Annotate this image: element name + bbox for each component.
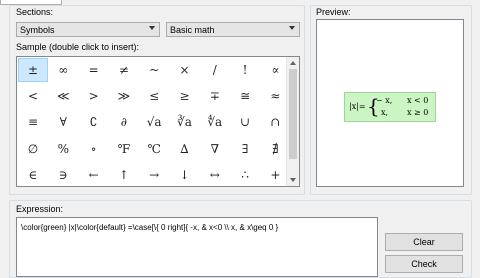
formula-case1-condition: x < 0 (407, 96, 429, 105)
formula-case1-value: − x, (376, 96, 393, 105)
symbol-cell[interactable]: > (79, 84, 109, 108)
formula-case2-value: x, (381, 108, 389, 117)
preview-panel: |x|= { − x, x < 0 x, x ≥ 0 (316, 19, 464, 187)
symbol-cell[interactable]: ∂ (109, 110, 139, 134)
check-button[interactable]: Check (385, 255, 463, 273)
symbol-cell[interactable]: ∆ (170, 137, 200, 161)
preview-label: Preview: (316, 7, 351, 17)
symbol-cell[interactable]: ≠ (109, 58, 139, 82)
expression-label: Expression: (16, 204, 64, 214)
symbol-cell[interactable]: ∅ (18, 137, 48, 161)
chevron-down-icon (289, 26, 295, 30)
symbol-cell[interactable]: ∴ (230, 163, 260, 186)
symbol-cell[interactable]: ↔ (200, 163, 230, 186)
symbol-cell[interactable]: √a (139, 110, 169, 134)
symbol-cell[interactable]: ∞ (48, 58, 78, 82)
symbol-cell[interactable]: / (200, 58, 230, 82)
symbol-cell[interactable]: ℉ (109, 137, 139, 161)
symbol-cell[interactable]: ∈ (18, 163, 48, 186)
symbol-cell[interactable]: < (18, 84, 48, 108)
scroll-up-icon[interactable] (290, 61, 296, 65)
symbol-cell[interactable]: × (170, 58, 200, 82)
symbol-cell[interactable]: ! (230, 58, 260, 82)
symbol-cell[interactable]: ← (79, 163, 109, 186)
symbol-cell[interactable]: = (79, 58, 109, 82)
symbol-cell[interactable]: ∘ (79, 137, 109, 161)
symbol-cell[interactable]: ∛a (170, 110, 200, 134)
symbol-cell[interactable]: ∜a (200, 110, 230, 134)
expression-input[interactable]: \color{green} |x|\color{default} =\case[… (16, 217, 378, 277)
vertical-scrollbar[interactable] (286, 57, 299, 186)
category-value: Symbols (20, 24, 55, 35)
symbol-cell[interactable]: ∇ (200, 137, 230, 161)
symbol-cell[interactable]: ∋ (48, 163, 78, 186)
formula-lhs: |x|= (349, 102, 366, 111)
sections-label: Sections: (16, 7, 54, 17)
symbol-cell[interactable]: ↓ (170, 163, 200, 186)
symbol-cell[interactable]: → (139, 163, 169, 186)
formula-preview: |x|= { − x, x < 0 x, x ≥ 0 (344, 92, 436, 122)
symbol-cell[interactable]: ≪ (48, 84, 78, 108)
symbol-cell[interactable]: ∪ (230, 110, 260, 134)
symbol-cell[interactable]: ∓ (200, 84, 230, 108)
sample-label: Sample (double click to insert): (16, 42, 140, 52)
scroll-down-icon[interactable] (290, 178, 296, 182)
symbol-cell[interactable]: ∃ (230, 137, 260, 161)
expression-text: \color{green} |x|\color{default} =\case[… (21, 223, 279, 232)
chevron-down-icon (149, 26, 155, 30)
symbol-cell[interactable]: ~ (139, 58, 169, 82)
symbol-cell[interactable]: % (48, 137, 78, 161)
symbol-cell[interactable]: ℃ (139, 137, 169, 161)
category-select[interactable]: Symbols (16, 22, 160, 37)
scroll-thumb[interactable] (289, 69, 297, 159)
subcategory-select[interactable]: Basic math (166, 22, 300, 37)
symbol-cell[interactable]: ≅ (230, 84, 260, 108)
symbol-cell[interactable]: ≡ (18, 110, 48, 134)
symbol-cell[interactable]: ≤ (139, 84, 169, 108)
subcategory-value: Basic math (170, 24, 215, 35)
symbol-cell[interactable]: ∁ (79, 110, 109, 134)
formula-case2-condition: x ≥ 0 (407, 108, 429, 117)
symbol-cell[interactable]: ≫ (109, 84, 139, 108)
symbol-cell[interactable]: ∀ (48, 110, 78, 134)
symbol-cell[interactable]: ± (18, 58, 48, 82)
symbol-grid[interactable]: ± ∞ = ≠ ~ × /! ∝ < ≪ > ≫ ≤ ≥ ∓ ≅ ≈ ≡ ∀ ∁ ∂ √a ∛a ∜a ∪ ∩ ∅% ∘ ℉ ℃ ∆ ∇ ∃ ∄ ∈… (16, 56, 300, 187)
symbol-cell[interactable]: ↑ (109, 163, 139, 186)
clear-button[interactable]: Clear (385, 233, 463, 251)
symbol-cell[interactable]: ≥ (170, 84, 200, 108)
